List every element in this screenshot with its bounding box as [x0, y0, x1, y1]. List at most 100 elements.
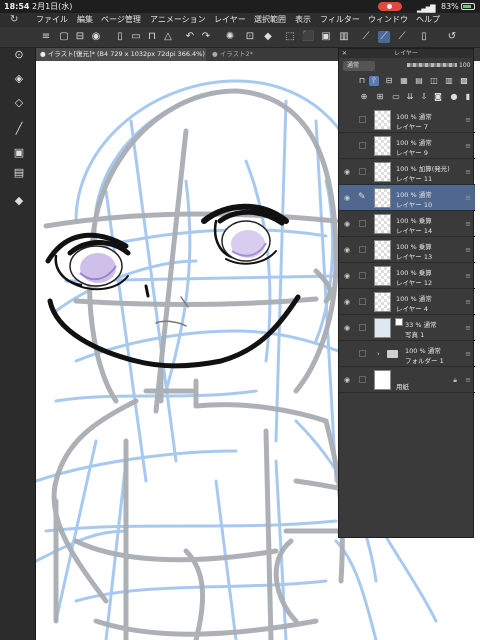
- snap-icon[interactable]: ▥: [338, 31, 350, 43]
- menu-window[interactable]: ウィンドウ: [368, 13, 408, 27]
- layer-row[interactable]: ◉ 100 % 乗算 レイヤー 13 ≡: [339, 237, 475, 263]
- layer-lock-icon[interactable]: [359, 298, 366, 305]
- drag-handle-icon[interactable]: ≡: [465, 194, 471, 202]
- layer-lock-icon[interactable]: [359, 142, 366, 149]
- close-icon[interactable]: ✕: [342, 49, 347, 58]
- reference-layer-icon[interactable]: ⫯: [369, 76, 379, 86]
- layer-row[interactable]: ◉ 33 % 通常 写真 1 ≡: [339, 315, 475, 341]
- show-selection-icon[interactable]: ▣: [320, 31, 332, 43]
- layer-row[interactable]: 100 % 通常 レイヤー 7 ≡: [339, 107, 475, 133]
- ruler-icon[interactable]: ◫: [429, 76, 439, 86]
- settings-icon[interactable]: ↺: [446, 31, 458, 43]
- eye-icon[interactable]: ◉: [343, 298, 351, 306]
- menu-help[interactable]: ヘルプ: [416, 13, 440, 27]
- menu-filter[interactable]: フィルター: [320, 13, 360, 27]
- tab-illustration-restored[interactable]: ● イラスト[復元]* (B4 729 x 1032px 72dpi 366.4…: [36, 48, 206, 61]
- fill-icon[interactable]: ◆: [262, 31, 274, 43]
- layer-folder-row[interactable]: › 100 % 通常 フォルダー 1 ≡: [339, 341, 475, 367]
- drag-handle-icon[interactable]: ≡: [465, 220, 471, 228]
- drag-handle-icon[interactable]: ≡: [465, 116, 471, 124]
- drag-handle-icon[interactable]: ≡: [465, 376, 471, 384]
- zoom-icon[interactable]: ⊙: [12, 48, 26, 62]
- eye-icon[interactable]: ◉: [343, 246, 351, 254]
- menu-layer[interactable]: レイヤー: [214, 13, 246, 27]
- drag-handle-icon[interactable]: ≡: [465, 168, 471, 176]
- new-file-icon[interactable]: ▢: [58, 31, 70, 43]
- save-icon[interactable]: ▯: [114, 31, 126, 43]
- grid-snap-icon[interactable]: ⟋: [396, 31, 408, 43]
- menu-page[interactable]: ページ管理: [101, 13, 141, 27]
- drag-handle-icon[interactable]: ≡: [465, 272, 471, 280]
- drag-handle-icon[interactable]: ≡: [465, 246, 471, 254]
- record-icon[interactable]: ◉: [90, 31, 102, 43]
- eye-icon[interactable]: ◉: [343, 324, 351, 332]
- print-icon[interactable]: △: [162, 31, 174, 43]
- export-icon[interactable]: ⊓: [146, 31, 158, 43]
- fill-tool-icon[interactable]: ◈: [12, 72, 26, 86]
- delete-layer-icon[interactable]: ▮: [463, 92, 473, 102]
- menu-selection[interactable]: 選択範囲: [254, 13, 286, 27]
- create-mask-icon[interactable]: ◙: [433, 92, 443, 102]
- merge-down-icon[interactable]: ⇩: [419, 92, 429, 102]
- new-raster-layer-icon[interactable]: ⊕: [359, 92, 369, 102]
- layer-row[interactable]: ◉ 100 % 加算(発光) レイヤー 11 ≡: [339, 159, 475, 185]
- ruler-snap-icon[interactable]: ⟋: [360, 31, 372, 43]
- transfer-down-icon[interactable]: ⇊: [405, 92, 415, 102]
- layer-row-selected[interactable]: ◉ ✎ 100 % 通常 レイヤー 10 ≡: [339, 185, 475, 211]
- layer-lock-icon[interactable]: [359, 324, 366, 331]
- menu-file[interactable]: ファイル: [36, 13, 68, 27]
- drag-handle-icon[interactable]: ≡: [465, 298, 471, 306]
- layer-lock-icon[interactable]: [359, 246, 366, 253]
- clipping-icon[interactable]: ⊓: [357, 76, 367, 86]
- clear-icon[interactable]: ✺: [224, 31, 236, 43]
- layer-row[interactable]: ◉ 100 % 乗算 レイヤー 12 ≡: [339, 263, 475, 289]
- eye-icon[interactable]: ◉: [343, 194, 351, 202]
- layer-lock-icon[interactable]: [359, 220, 366, 227]
- blend-mode-select[interactable]: 通常: [343, 61, 375, 71]
- clip-studio-logo-icon[interactable]: ↻: [10, 13, 18, 27]
- lock-layer-icon[interactable]: ⊟: [384, 76, 394, 86]
- layer-menu-icon[interactable]: ▩: [459, 76, 469, 86]
- new-vector-layer-icon[interactable]: ⊞: [375, 92, 385, 102]
- tab-illustration-2[interactable]: ● イラスト2*: [208, 48, 257, 61]
- layer-row[interactable]: ◉ 100 % 乗算 レイヤー 14 ≡: [339, 211, 475, 237]
- hamburger-menu-icon[interactable]: ≡: [40, 31, 52, 43]
- eye-icon[interactable]: ◉: [343, 272, 351, 280]
- layer-row-paper[interactable]: ◉ 用紙 🔒︎ ≡: [339, 367, 475, 393]
- deselect-icon[interactable]: ⊡: [244, 31, 256, 43]
- layer-row[interactable]: ◉ 100 % 通常 レイヤー 4 ≡: [339, 289, 475, 315]
- open-icon[interactable]: ⊟: [74, 31, 86, 43]
- apply-mask-icon[interactable]: ●: [449, 92, 459, 102]
- layer-lock-icon[interactable]: [359, 350, 366, 357]
- redo-icon[interactable]: ↷: [200, 31, 212, 43]
- layer-lock-icon[interactable]: [359, 376, 366, 383]
- opacity-slider[interactable]: [407, 63, 457, 67]
- smartphone-icon[interactable]: ▯: [418, 31, 430, 43]
- color-icon[interactable]: ▥: [444, 76, 454, 86]
- layer-lock-icon[interactable]: [359, 272, 366, 279]
- layer-tool-icon[interactable]: ▣: [12, 146, 26, 160]
- layer-lock-icon[interactable]: [359, 168, 366, 175]
- undo-icon[interactable]: ↶: [184, 31, 196, 43]
- new-folder-icon[interactable]: ▭: [391, 92, 401, 102]
- opacity-value[interactable]: 100: [459, 61, 470, 71]
- pen-tool-icon[interactable]: ╱: [12, 122, 26, 136]
- eye-icon[interactable]: ◉: [343, 168, 351, 176]
- layer-row[interactable]: 100 % 通常 レイヤー 9 ≡: [339, 133, 475, 159]
- special-ruler-icon[interactable]: ⟋: [378, 31, 390, 43]
- menu-edit[interactable]: 編集: [77, 13, 93, 27]
- crop-icon[interactable]: ⬛: [302, 31, 314, 43]
- menu-animation[interactable]: アニメーション: [150, 13, 206, 27]
- film-tool-icon[interactable]: ▤: [12, 166, 26, 180]
- menu-view[interactable]: 表示: [295, 13, 311, 27]
- chevron-right-icon[interactable]: ›: [377, 350, 380, 358]
- lock-transparency-icon[interactable]: ▦: [399, 76, 409, 86]
- layer-lock-icon[interactable]: [359, 116, 366, 123]
- blend-tool-icon[interactable]: ◆: [12, 194, 26, 208]
- folder-icon[interactable]: ▭: [130, 31, 142, 43]
- eye-icon[interactable]: ◉: [343, 220, 351, 228]
- mask-icon[interactable]: ▤: [414, 76, 424, 86]
- drag-handle-icon[interactable]: ≡: [465, 142, 471, 150]
- transform-icon[interactable]: ⬚: [284, 31, 296, 43]
- drag-handle-icon[interactable]: ≡: [465, 324, 471, 332]
